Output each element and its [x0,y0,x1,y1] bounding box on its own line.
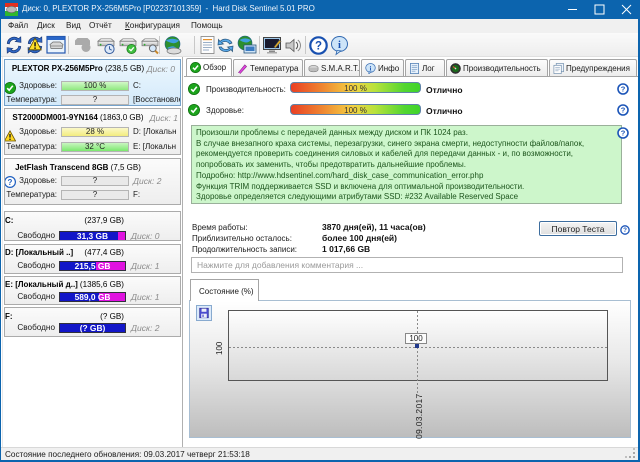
svg-text:?: ? [621,85,626,94]
svg-text:i: i [370,65,372,72]
svg-text:i: i [338,40,341,51]
svg-text:?: ? [623,227,627,234]
svg-text:?: ? [315,41,322,53]
svg-text:?: ? [621,129,626,138]
svg-text:?: ? [621,106,626,115]
